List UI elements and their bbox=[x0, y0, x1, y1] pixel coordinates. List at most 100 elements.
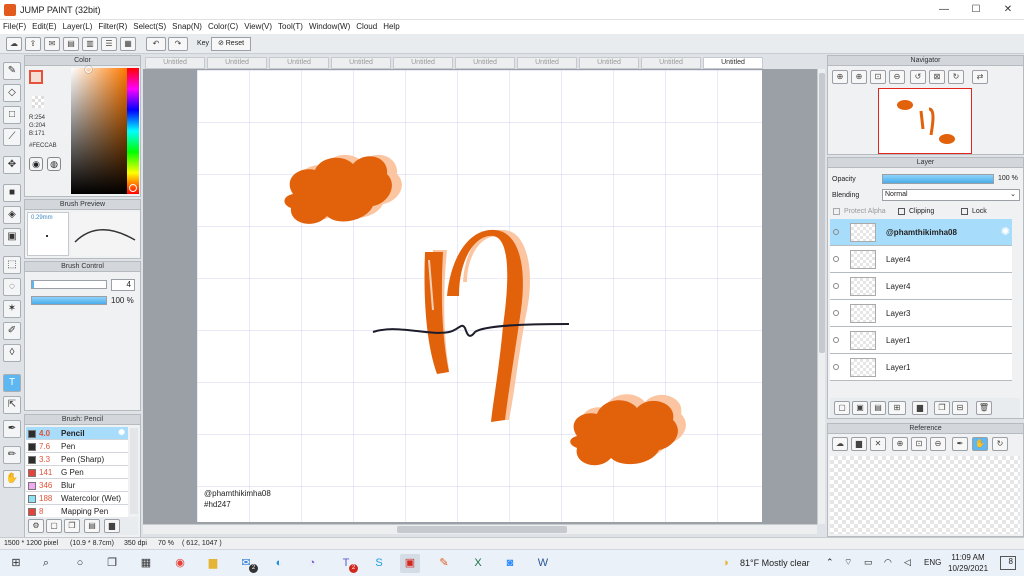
eyedropper-tool-icon[interactable]: ✒ bbox=[3, 420, 21, 438]
menu-view[interactable]: View(V) bbox=[241, 20, 275, 33]
reset-view-icon[interactable]: ⊠ bbox=[929, 70, 945, 84]
palette-icon[interactable]: ◉ bbox=[29, 157, 43, 171]
mail-icon[interactable]: ✉ 2 bbox=[236, 554, 258, 573]
document-tab[interactable]: Untitled bbox=[641, 57, 701, 69]
document-tab[interactable]: Untitled bbox=[455, 57, 515, 69]
network-icon[interactable]: ⌔ bbox=[844, 557, 852, 568]
chevron-up-icon[interactable]: ⌃ bbox=[826, 557, 834, 568]
transform-tool-icon[interactable]: ⇱ bbox=[3, 396, 21, 414]
drawing-canvas[interactable]: @phamthikimha08 #hd247 bbox=[197, 70, 762, 522]
add-layer-menu-icon[interactable]: ⊞ bbox=[888, 401, 906, 415]
brush-folder-icon[interactable]: ▆ bbox=[104, 519, 120, 533]
clock[interactable]: 11:09 AM 10/29/2021 bbox=[948, 552, 988, 574]
document-tab[interactable]: Untitled bbox=[517, 57, 577, 69]
layer-row[interactable]: Layer1 bbox=[830, 354, 1012, 381]
task-view-icon[interactable]: ❐ bbox=[102, 554, 122, 573]
gradient-tool-icon[interactable]: ▣ bbox=[3, 228, 21, 246]
rect-select-icon[interactable]: ⬚ bbox=[3, 256, 21, 274]
layer-row[interactable]: Layer4 bbox=[830, 273, 1012, 300]
fill-rect-tool-icon[interactable]: ■ bbox=[3, 184, 21, 202]
brush-settings-icon[interactable]: ⚙ bbox=[28, 519, 44, 533]
horizontal-scrollbar[interactable] bbox=[143, 524, 817, 534]
menu-edit[interactable]: Edit(E) bbox=[29, 20, 59, 33]
document-icon[interactable]: ▥ bbox=[82, 37, 98, 51]
bucket-tool-icon[interactable]: ◈ bbox=[3, 206, 21, 224]
text-tool-icon[interactable]: T bbox=[3, 374, 21, 392]
close-button[interactable]: ✕ bbox=[996, 2, 1020, 18]
reference-rotate-icon[interactable]: ↻ bbox=[992, 437, 1008, 451]
hue-slider[interactable] bbox=[127, 68, 139, 194]
jump-paint-icon[interactable]: ▣ bbox=[400, 554, 420, 573]
move-tool-icon[interactable]: ✥ bbox=[3, 156, 21, 174]
brush-item[interactable]: 3.3 Pen (Sharp) bbox=[26, 453, 128, 466]
menu-select[interactable]: Select(S) bbox=[130, 20, 169, 33]
reset-button[interactable]: ⊘ Reset bbox=[211, 37, 251, 51]
saturation-picker[interactable] bbox=[71, 66, 127, 194]
brush-item[interactable]: 141 G Pen bbox=[26, 466, 128, 479]
excel-icon[interactable]: X bbox=[468, 554, 488, 573]
zoom-icon[interactable]: ◙ bbox=[500, 554, 520, 573]
menu-color[interactable]: Color(C) bbox=[205, 20, 241, 33]
document-tab-active[interactable]: Untitled bbox=[703, 57, 763, 69]
new-layer-alt-icon[interactable]: ▣ bbox=[852, 401, 868, 415]
new-layer-text-icon[interactable]: ▤ bbox=[870, 401, 886, 415]
cortana-icon[interactable]: ○ bbox=[70, 554, 90, 573]
messenger-icon[interactable]: ◔ bbox=[302, 554, 322, 573]
brush-item[interactable]: 346 Blur bbox=[26, 479, 128, 492]
file-explorer-icon[interactable]: ▆ bbox=[203, 554, 223, 573]
menu-file[interactable]: File(F) bbox=[0, 20, 29, 33]
menu-snap[interactable]: Snap(N) bbox=[169, 20, 205, 33]
brush-tool-icon[interactable]: ✎ bbox=[3, 62, 21, 80]
store-icon[interactable]: ▦ bbox=[136, 554, 156, 573]
weather-text[interactable]: 81°F Mostly clear bbox=[740, 558, 810, 568]
visibility-icon[interactable] bbox=[833, 283, 839, 289]
chrome-icon[interactable]: ◉ bbox=[170, 554, 190, 573]
hand-tool-icon[interactable]: ✋ bbox=[3, 470, 21, 488]
horizontal-scroll-thumb[interactable] bbox=[397, 526, 567, 533]
transparent-swatch[interactable] bbox=[32, 96, 44, 108]
menu-cloud[interactable]: Cloud bbox=[353, 20, 380, 33]
reference-zoom-out-icon[interactable]: ⊖ bbox=[930, 437, 946, 451]
battery-icon[interactable]: ▭ bbox=[864, 557, 873, 568]
language-indicator[interactable]: ENG bbox=[924, 558, 941, 567]
document-tab[interactable]: Untitled bbox=[207, 57, 267, 69]
new-brush-icon[interactable]: ▢ bbox=[46, 519, 62, 533]
volume-icon[interactable]: ◁ bbox=[904, 557, 911, 568]
reference-view[interactable] bbox=[830, 456, 1020, 534]
brush-list-scrollbar[interactable] bbox=[130, 428, 138, 514]
picker-handle[interactable] bbox=[85, 66, 92, 73]
lock-checkbox[interactable] bbox=[961, 208, 968, 215]
size-slider[interactable] bbox=[31, 280, 107, 289]
document-tab[interactable]: Untitled bbox=[145, 57, 205, 69]
navigator-preview[interactable] bbox=[878, 88, 972, 154]
vertical-scrollbar[interactable] bbox=[817, 69, 825, 524]
clipping-checkbox[interactable] bbox=[898, 208, 905, 215]
document-tab[interactable]: Untitled bbox=[579, 57, 639, 69]
merge-layer-icon[interactable]: ⊟ bbox=[952, 401, 968, 415]
reference-hand-icon[interactable]: ✋ bbox=[972, 437, 988, 451]
edge-icon[interactable]: ◐ bbox=[269, 554, 289, 573]
size-input[interactable]: 4 bbox=[111, 279, 135, 291]
primary-color-swatch[interactable] bbox=[29, 70, 43, 84]
panel-icon[interactable]: ▤ bbox=[63, 37, 79, 51]
windows-start-icon[interactable]: ⊞ bbox=[6, 554, 26, 573]
rectangle-tool-icon[interactable]: □ bbox=[3, 106, 21, 124]
layer-settings-icon[interactable]: ✺ bbox=[1001, 225, 1010, 238]
reference-cloud-icon[interactable]: ☁ bbox=[832, 437, 848, 451]
notification-icon[interactable]: 8 bbox=[1000, 556, 1016, 570]
brush-settings-gear-icon[interactable]: ✺ bbox=[118, 428, 125, 437]
reference-fit-icon[interactable]: ⊡ bbox=[911, 437, 927, 451]
rotate-right-icon[interactable]: ↻ bbox=[948, 70, 964, 84]
word-icon[interactable]: W bbox=[533, 554, 553, 573]
visibility-icon[interactable] bbox=[833, 229, 839, 235]
folder-icon[interactable]: ▆ bbox=[912, 401, 928, 415]
document-tab[interactable]: Untitled bbox=[269, 57, 329, 69]
line-tool-icon[interactable]: ⟋ bbox=[3, 128, 21, 146]
zoom-in-alt-icon[interactable]: ⊕ bbox=[851, 70, 867, 84]
paint-app-icon[interactable]: ✎ bbox=[434, 554, 454, 573]
new-layer-icon[interactable]: ▢ bbox=[834, 401, 850, 415]
redo-icon[interactable]: ↷ bbox=[168, 37, 188, 51]
comment-icon[interactable]: ✉ bbox=[44, 37, 60, 51]
zoom-in-icon[interactable]: ⊕ bbox=[832, 70, 848, 84]
document-tab[interactable]: Untitled bbox=[393, 57, 453, 69]
